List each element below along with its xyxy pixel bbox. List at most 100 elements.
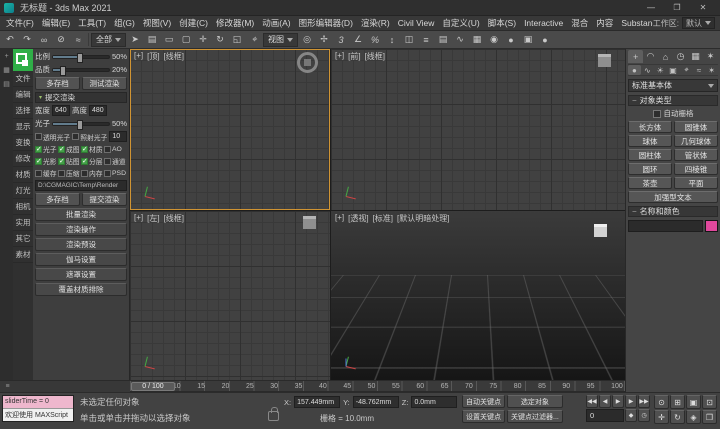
angle-snap-icon[interactable]: ∠ xyxy=(350,32,366,47)
next-frame-button[interactable]: ▶ xyxy=(625,395,637,408)
time-slider[interactable]: 0510152025303540455055606570758085909510… xyxy=(130,380,625,392)
macro-recorder-line[interactable]: sliderTime = 0 xyxy=(3,396,73,408)
viewport-shading-label[interactable]: [线框] xyxy=(164,51,184,62)
menu-item[interactable]: 创建(C) xyxy=(175,17,212,29)
name-color-rollout[interactable]: 名称和颜色 xyxy=(628,206,718,217)
go-to-start-button[interactable]: ◀◀ xyxy=(586,395,598,408)
tab-display[interactable]: ▦ xyxy=(688,50,703,63)
object-type-button[interactable]: 球体 xyxy=(628,135,672,147)
viewport-shading-label[interactable]: [线框] xyxy=(164,213,184,224)
viewcube[interactable] xyxy=(594,227,607,237)
plugin-section-button[interactable]: 渲染预设 xyxy=(35,238,127,251)
plugin-button[interactable]: 多存档 xyxy=(35,193,80,206)
maximize-viewport-icon[interactable]: ❒ xyxy=(702,410,717,424)
plugin-tab[interactable]: 编辑 xyxy=(13,87,33,103)
schematic-view-icon[interactable]: ▦ xyxy=(469,32,485,47)
orbit-icon[interactable]: ↻ xyxy=(670,410,685,424)
slider-track[interactable] xyxy=(52,55,110,59)
menu-item[interactable]: Interactive xyxy=(520,18,567,28)
zoom-all-icon[interactable]: ⊞ xyxy=(670,395,685,409)
viewport-menu-button[interactable]: [+] xyxy=(134,51,143,62)
viewport-menu-button[interactable]: [+] xyxy=(335,213,344,224)
plugin-tab[interactable]: 变换 xyxy=(13,135,33,151)
select-and-link-icon[interactable]: ∞ xyxy=(36,32,52,47)
reference-coordinate-select[interactable]: 视图 xyxy=(263,33,298,47)
plugin-tab[interactable]: 选择 xyxy=(13,103,33,119)
selection-lock-icon[interactable] xyxy=(268,411,279,421)
viewport-view-label[interactable]: [顶] xyxy=(147,51,159,62)
plugin-section-button[interactable]: 覆盖材质排除 xyxy=(35,283,127,296)
viewport-perspective[interactable]: [+] [透视] [标准] [默认明暗处理] xyxy=(331,211,625,380)
menu-item[interactable]: 内容 xyxy=(592,17,617,29)
go-to-end-button[interactable]: ▶▶ xyxy=(638,395,650,408)
plugin-button[interactable]: 提交渲染 xyxy=(82,193,127,206)
object-type-button[interactable]: 茶壶 xyxy=(628,177,672,189)
plugin-checkbox[interactable]: AO xyxy=(104,144,127,154)
output-path-field[interactable]: D:\CGMAGIC\Temp\Render xyxy=(35,180,127,191)
tab-utilities[interactable]: ✶ xyxy=(703,50,718,63)
viewport-view-label[interactable]: [透视] xyxy=(348,213,368,224)
tab-create[interactable]: + xyxy=(628,50,643,63)
unlink-selection-icon[interactable]: ⊘ xyxy=(53,32,69,47)
menu-item[interactable]: 修改器(M) xyxy=(212,17,258,29)
pan-icon[interactable]: ✛ xyxy=(654,410,669,424)
select-object-icon[interactable]: ➤ xyxy=(127,32,143,47)
menu-item[interactable]: Substance xyxy=(617,18,652,28)
plugin-logo[interactable] xyxy=(13,49,33,71)
plugin-checkbox[interactable]: 成图 xyxy=(58,144,81,154)
menu-item[interactable]: 图形编辑器(D) xyxy=(295,17,357,29)
redo-icon[interactable]: ↷ xyxy=(19,32,35,47)
maxscript-mini-listener[interactable]: sliderTime = 0 欢迎使用 MAXScript xyxy=(2,395,74,422)
viewport-shading-label[interactable]: [默认明暗处理] xyxy=(397,213,449,224)
viewport-view-label[interactable]: [前] xyxy=(348,51,360,62)
set-key-button[interactable]: 设置关键点 xyxy=(462,410,505,423)
menu-item[interactable]: Civil View xyxy=(394,18,439,28)
menu-item[interactable]: 文件(F) xyxy=(2,17,38,29)
zoom-region-icon[interactable]: ⊡ xyxy=(702,395,717,409)
workspace-select[interactable]: 默认 xyxy=(682,17,715,29)
plugin-tab[interactable]: 文件 xyxy=(13,71,33,87)
play-button[interactable]: ▶ xyxy=(612,395,624,408)
listener-line[interactable]: 欢迎使用 MAXScript xyxy=(3,408,73,421)
window-crossing-icon[interactable]: ▢ xyxy=(178,32,194,47)
previous-frame-button[interactable]: ◀ xyxy=(599,395,611,408)
app-icon[interactable] xyxy=(4,3,14,13)
current-frame-field[interactable]: 0 xyxy=(586,409,624,422)
tab-motion[interactable]: ◷ xyxy=(673,50,688,63)
layers-icon[interactable]: ▤ xyxy=(2,80,11,89)
viewport-menu-button[interactable]: [+] xyxy=(134,213,143,224)
viewcube[interactable] xyxy=(297,52,318,73)
auto-key-button[interactable]: 自动关键点 xyxy=(462,395,505,408)
object-category-select[interactable]: 标准基本体 xyxy=(628,79,718,92)
cat-systems[interactable]: ✶ xyxy=(705,65,718,75)
submit-render-header[interactable]: 提交渲染 xyxy=(35,92,127,103)
tab-modify[interactable]: ◠ xyxy=(643,50,658,63)
x-coordinate-field[interactable]: 157.449mm xyxy=(294,396,340,408)
cat-shapes[interactable]: ∿ xyxy=(641,65,654,75)
autogrid-checkbox[interactable]: 自动栅格 xyxy=(628,108,718,119)
plugin-section-button[interactable]: 批量渲染 xyxy=(35,208,127,221)
object-type-button[interactable]: 圆环 xyxy=(628,163,672,175)
render-icon[interactable]: ● xyxy=(537,32,553,47)
plugin-checkbox[interactable]: 分层 xyxy=(81,156,104,166)
menu-item[interactable]: 渲染(R) xyxy=(357,17,394,29)
select-manipulate-icon[interactable]: ✢ xyxy=(316,32,332,47)
plugin-checkbox[interactable]: 材质 xyxy=(81,144,104,154)
plugin-checkbox[interactable]: 照射光子 xyxy=(72,132,107,142)
menu-item[interactable]: 编辑(E) xyxy=(38,17,74,29)
menu-item[interactable]: 工具(T) xyxy=(74,17,110,29)
object-type-button[interactable]: 圆锥体 xyxy=(674,121,718,133)
y-coordinate-field[interactable]: -48.762mm xyxy=(353,396,399,408)
menu-item[interactable]: 视图(V) xyxy=(139,17,175,29)
plugin-checkbox[interactable]: PSD xyxy=(104,168,127,178)
curve-editor-icon[interactable]: ∿ xyxy=(452,32,468,47)
object-type-button[interactable]: 长方体 xyxy=(628,121,672,133)
mini-curve-editor-icon[interactable]: ≡ xyxy=(3,382,12,391)
viewport-left[interactable]: [+] [左] [线框] xyxy=(130,211,330,380)
object-name-field[interactable] xyxy=(628,220,703,232)
viewcube[interactable] xyxy=(598,57,611,67)
selection-filter-select[interactable]: 全部 xyxy=(91,33,126,47)
viewport-shading-label[interactable]: [标准] xyxy=(373,213,393,224)
menu-item[interactable]: 动画(A) xyxy=(258,17,294,29)
plugin-button[interactable]: 多存档 xyxy=(35,77,80,90)
